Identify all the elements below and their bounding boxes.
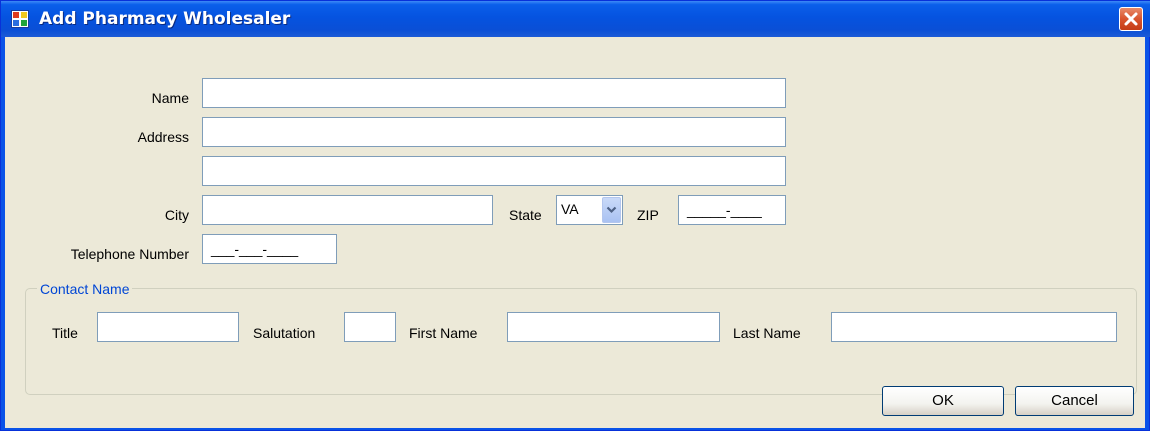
app-icon bbox=[11, 10, 29, 28]
state-label: State bbox=[509, 207, 542, 223]
cancel-button[interactable]: Cancel bbox=[1015, 386, 1134, 416]
salutation-field[interactable] bbox=[344, 312, 396, 342]
name-field[interactable] bbox=[202, 78, 786, 108]
last-name-field[interactable] bbox=[831, 312, 1117, 342]
contact-title-label: Title bbox=[52, 325, 78, 341]
state-dropdown-button[interactable] bbox=[602, 197, 621, 223]
address-label: Address bbox=[137, 129, 189, 145]
telephone-label: Telephone Number bbox=[70, 246, 189, 262]
address-line2-field[interactable] bbox=[202, 156, 786, 186]
dialog-body: Name Address City State VA ZIP _____-___… bbox=[5, 37, 1145, 428]
state-selected-value: VA bbox=[561, 201, 579, 217]
chevron-down-icon bbox=[606, 206, 617, 214]
window-title: Add Pharmacy Wholesaler bbox=[39, 9, 291, 29]
last-name-label: Last Name bbox=[733, 325, 801, 341]
contact-title-field[interactable] bbox=[97, 312, 239, 342]
telephone-field[interactable]: ___-___-____ bbox=[202, 234, 337, 264]
ok-button[interactable]: OK bbox=[882, 386, 1004, 416]
salutation-label: Salutation bbox=[253, 325, 316, 341]
state-select[interactable]: VA bbox=[556, 195, 623, 225]
city-field[interactable] bbox=[202, 195, 493, 225]
first-name-field[interactable] bbox=[507, 312, 720, 342]
address-line1-field[interactable] bbox=[202, 117, 786, 147]
close-button[interactable] bbox=[1119, 7, 1143, 31]
city-label: City bbox=[164, 207, 189, 223]
name-label: Name bbox=[151, 90, 189, 106]
zip-field[interactable]: _____-____ bbox=[678, 195, 786, 225]
close-icon bbox=[1124, 12, 1138, 26]
contact-name-group-label: Contact Name bbox=[37, 281, 133, 297]
title-bar[interactable]: Add Pharmacy Wholesaler bbox=[1, 1, 1150, 37]
first-name-label: First Name bbox=[409, 325, 478, 341]
zip-label: ZIP bbox=[637, 207, 659, 223]
dialog-window: Add Pharmacy Wholesaler Name Address Cit… bbox=[0, 0, 1150, 431]
